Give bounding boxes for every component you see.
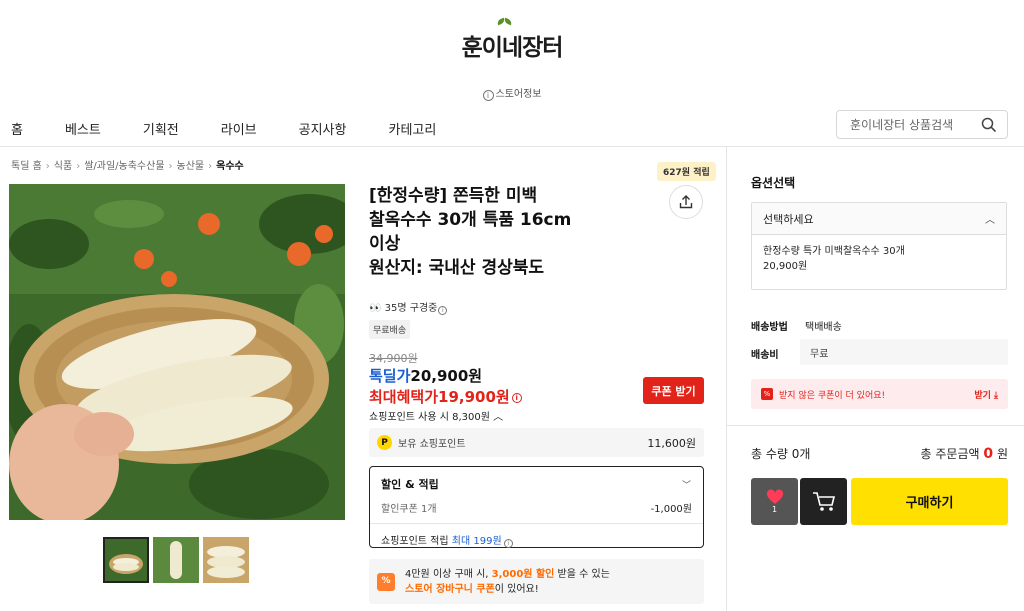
owned-points-value: 11,600원 bbox=[647, 436, 696, 450]
panel-divider bbox=[726, 425, 1024, 426]
thumbnail-2[interactable] bbox=[153, 537, 199, 583]
nav-category[interactable]: 카테고리 bbox=[388, 119, 436, 138]
nav-notice[interactable]: 공지사항 bbox=[299, 119, 347, 138]
deal-price: 톡딜가20,900원 bbox=[369, 367, 483, 385]
nav-events[interactable]: 기획전 bbox=[143, 119, 179, 138]
shipping-fee-value: 무료 bbox=[800, 339, 1008, 365]
original-price: 34,900원 bbox=[369, 352, 418, 365]
percent-icon: % bbox=[377, 572, 395, 591]
info-icon[interactable]: i bbox=[511, 393, 522, 403]
unused-coupon-banner[interactable]: % 받지 않은 쿠폰이 더 있어요! 받기 ⤓ bbox=[751, 379, 1008, 409]
share-button[interactable] bbox=[669, 185, 703, 219]
chevron-down-icon[interactable]: ﹀ bbox=[682, 478, 691, 491]
owned-points-label: 보유 쇼핑포인트 bbox=[398, 439, 466, 450]
option-select[interactable]: 선택하세요 ︿ 한정수량 특가 미백찰옥수수 30개 20,900원 bbox=[751, 202, 1007, 290]
points-badge: 627원 적립 bbox=[657, 162, 716, 181]
store-info-link[interactable]: i 스토어정보 bbox=[0, 85, 1024, 101]
product-main-image bbox=[9, 184, 345, 520]
unused-coupon-text: 받지 않은 쿠폰이 더 있어요! bbox=[779, 390, 886, 401]
store-info-label: 스토어정보 bbox=[495, 89, 542, 100]
panel-divider bbox=[726, 147, 727, 611]
leaf-icon bbox=[496, 17, 514, 27]
search-icon[interactable] bbox=[981, 117, 997, 133]
point-icon: P bbox=[377, 435, 392, 450]
breadcrumb: 톡딜 홈 › 식품 › 쌀/과일/농축수산물 › 농산물 › 옥수수 bbox=[11, 161, 244, 172]
breadcrumb-item[interactable]: 톡딜 홈 bbox=[11, 161, 42, 172]
info-icon: i bbox=[482, 90, 494, 101]
cart-button[interactable] bbox=[800, 478, 847, 525]
viewer-count: 👀 35명 구경중 i bbox=[369, 299, 449, 315]
discount-panel[interactable]: 할인 & 적립 ﹀ 할인쿠폰 1개 -1,000원 쇼핑포인트 적립 최대 199… bbox=[369, 466, 704, 548]
eyes-icon: 👀 bbox=[369, 303, 382, 314]
nav-live[interactable]: 라이브 bbox=[221, 119, 257, 138]
nav-best[interactable]: 베스트 bbox=[65, 119, 101, 138]
cart-coupon-promo[interactable]: % 4만원 이상 구매 시, 3,000원 할인 받을 수 있는 스토어 장바구… bbox=[369, 559, 704, 604]
chevron-up-icon: ︿ bbox=[985, 215, 995, 226]
buy-button[interactable]: 구매하기 bbox=[851, 478, 1008, 525]
coupon-value: -1,000원 bbox=[650, 504, 692, 515]
thumbnail-1[interactable] bbox=[103, 537, 149, 583]
breadcrumb-item[interactable]: 농산물 bbox=[177, 161, 205, 172]
shipping-method-label: 배송방법 bbox=[751, 322, 788, 333]
like-button[interactable]: 1 bbox=[751, 478, 798, 525]
owned-points-box: P 보유 쇼핑포인트 11,600원 bbox=[369, 428, 704, 457]
thumbnail-list bbox=[103, 537, 253, 583]
shipping-method-value: 택배배송 bbox=[805, 322, 842, 333]
cart-icon bbox=[812, 491, 835, 511]
coupon-icon: % bbox=[761, 388, 773, 400]
like-count: 1 bbox=[771, 505, 778, 514]
discount-title: 할인 & 적립 bbox=[381, 478, 439, 491]
breadcrumb-current[interactable]: 옥수수 bbox=[216, 161, 244, 172]
point-use-toggle[interactable]: 쇼핑포인트 사용 시 8,300원 ︿ bbox=[369, 408, 503, 423]
info-icon[interactable]: i bbox=[503, 539, 513, 548]
nav-home[interactable]: 홈 bbox=[11, 119, 23, 138]
coupon-label: 할인쿠폰 1개 bbox=[381, 504, 437, 515]
coupon-download-button[interactable]: 쿠폰 받기 bbox=[643, 377, 704, 404]
download-icon: ⤓ bbox=[994, 390, 998, 401]
search-box bbox=[836, 110, 1008, 139]
store-name: 훈이네장터 bbox=[461, 34, 564, 61]
info-icon[interactable]: i bbox=[438, 306, 448, 315]
product-title: [한정수량] 쫀득한 미백 찰옥수수 30개 특품 16cm 이상 원산지: 국… bbox=[369, 186, 572, 278]
breadcrumb-item[interactable]: 식품 bbox=[54, 161, 72, 172]
order-totals: 총 수량 0개 총 주문금액 0 원 bbox=[751, 446, 1008, 462]
thumbnail-3[interactable] bbox=[203, 537, 249, 583]
shipping-fee-label: 배송비 bbox=[751, 350, 779, 361]
header-divider bbox=[0, 146, 1024, 147]
main-nav: 홈 베스트 기획전 라이브 공지사항 카테고리 bbox=[11, 119, 478, 138]
heart-icon bbox=[766, 489, 783, 504]
chevron-up-icon: ︿ bbox=[493, 412, 504, 423]
points-accrual: 쇼핑포인트 적립 최대 199원 i bbox=[381, 532, 692, 548]
store-logo[interactable]: 훈이네장터 bbox=[0, 16, 1024, 62]
max-benefit-price: 최대혜택가19,900원 i bbox=[369, 386, 522, 407]
coupon-get-link[interactable]: 받기 ⤓ bbox=[974, 388, 998, 401]
share-icon bbox=[679, 195, 693, 209]
breadcrumb-item[interactable]: 쌀/과일/농축수산물 bbox=[84, 161, 164, 172]
free-shipping-badge: 무료배송 bbox=[369, 320, 411, 339]
search-input[interactable] bbox=[850, 117, 978, 132]
option-item[interactable]: 한정수량 특가 미백찰옥수수 30개 20,900원 bbox=[752, 235, 1006, 283]
option-select-header[interactable]: 선택하세요 ︿ bbox=[752, 203, 1006, 235]
option-title: 옵션선택 bbox=[751, 176, 796, 190]
